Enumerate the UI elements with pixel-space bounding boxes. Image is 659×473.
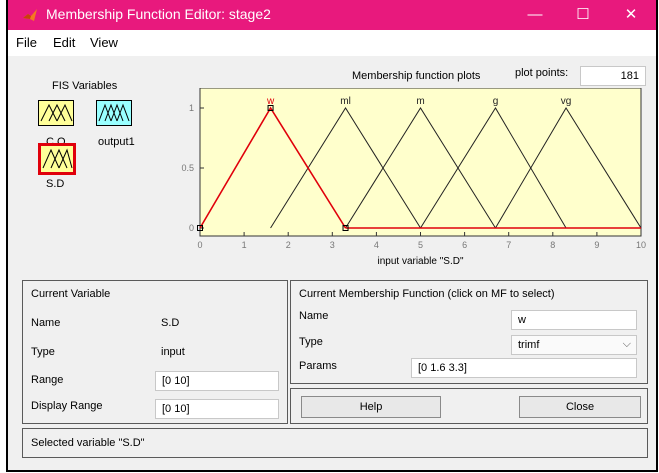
cv-range-input[interactable] xyxy=(155,371,279,391)
mf-triangles-icon xyxy=(42,148,73,169)
cv-type-value: input xyxy=(161,346,185,358)
mf-label-g[interactable]: g xyxy=(493,96,499,107)
x-axis-label: input variable "S.D" xyxy=(377,256,463,267)
mf-label-m[interactable]: m xyxy=(416,96,424,107)
close-button[interactable]: Close xyxy=(519,396,641,418)
matlab-logo-icon xyxy=(23,9,37,21)
mf-type-label: Type xyxy=(299,336,323,348)
status-text: Selected variable "S.D" xyxy=(31,437,145,449)
maximize-button[interactable]: ☐ xyxy=(560,0,606,30)
fis-var-cq-box[interactable] xyxy=(38,100,74,126)
x-tick-label: 5 xyxy=(418,240,423,250)
x-tick-label: 1 xyxy=(242,240,247,250)
fis-var-sd-label: S.D xyxy=(46,178,65,190)
current-variable-heading: Current Variable xyxy=(31,288,111,300)
cv-display-range-label: Display Range xyxy=(31,400,103,412)
x-tick-label: 0 xyxy=(197,240,202,250)
x-tick-label: 2 xyxy=(286,240,291,250)
cv-display-range-input[interactable] xyxy=(155,399,279,419)
menu-view[interactable]: View xyxy=(90,35,118,50)
close-window-button[interactable]: ✕ xyxy=(608,0,654,30)
plot-title: Membership function plots xyxy=(352,70,481,82)
status-bar: Selected variable "S.D" xyxy=(22,428,648,458)
x-tick-label: 7 xyxy=(506,240,511,250)
window-title: Membership Function Editor: stage2 xyxy=(46,6,271,22)
minimize-button[interactable]: — xyxy=(512,0,558,30)
mf-label-ml[interactable]: ml xyxy=(340,96,351,107)
fis-var-sd-box[interactable] xyxy=(38,143,76,175)
x-tick-label: 4 xyxy=(374,240,379,250)
cv-name-value: S.D xyxy=(161,317,180,329)
chevron-down-icon: ⌵ xyxy=(622,338,631,350)
fis-var-output1-label: output1 xyxy=(98,136,135,148)
mf-triangles-icon xyxy=(98,103,130,122)
current-variable-panel: Current Variable Name S.D Type input Ran… xyxy=(22,280,288,424)
plot-points-label: plot points: xyxy=(515,67,569,79)
x-tick-label: 8 xyxy=(550,240,555,250)
x-tick-label: 9 xyxy=(594,240,599,250)
membership-function-plot[interactable]: 0 1 2 3 4 5 6 7 8 9 1000.51ml m g vgwinput variable "… xyxy=(178,88,656,268)
y-tick-label: 0 xyxy=(189,223,194,233)
y-tick-label: 1 xyxy=(189,103,194,113)
mf-params-label: Params xyxy=(299,360,337,372)
mf-type-value: trimf xyxy=(518,339,540,351)
mf-editor-window: Membership Function Editor: stage2 — ☐ ✕… xyxy=(8,0,656,470)
x-tick-label: 10 xyxy=(636,240,646,250)
plot-background xyxy=(199,88,642,237)
mf-type-select[interactable]: trimf ⌵ xyxy=(511,335,637,355)
cv-range-label: Range xyxy=(31,374,64,386)
cv-type-label: Type xyxy=(31,346,55,358)
menu-file[interactable]: File xyxy=(16,35,37,50)
x-tick-label: 6 xyxy=(462,240,467,250)
y-tick-label: 0.5 xyxy=(181,163,194,173)
cv-name-label: Name xyxy=(31,317,61,329)
button-panel: Help Close xyxy=(290,388,648,424)
current-mf-panel: Current Membership Function (click on MF… xyxy=(290,280,648,384)
mf-name-label: Name xyxy=(299,310,329,322)
mf-label-vg[interactable]: vg xyxy=(561,96,572,107)
mf-triangles-icon xyxy=(40,103,73,122)
current-mf-heading: Current Membership Function (click on MF… xyxy=(299,288,555,300)
help-button[interactable]: Help xyxy=(301,396,441,418)
fis-variables-heading: FIS Variables xyxy=(52,80,118,92)
menu-bar: File Edit View xyxy=(8,30,656,56)
title-bar: Membership Function Editor: stage2 — ☐ ✕ xyxy=(8,0,656,30)
mf-params-input[interactable] xyxy=(411,358,637,378)
x-tick-label: 3 xyxy=(330,240,335,250)
mf-name-input[interactable] xyxy=(511,310,637,330)
fis-var-output1-box[interactable] xyxy=(96,100,132,126)
plot-points-input[interactable] xyxy=(580,66,646,86)
menu-edit[interactable]: Edit xyxy=(53,35,75,50)
